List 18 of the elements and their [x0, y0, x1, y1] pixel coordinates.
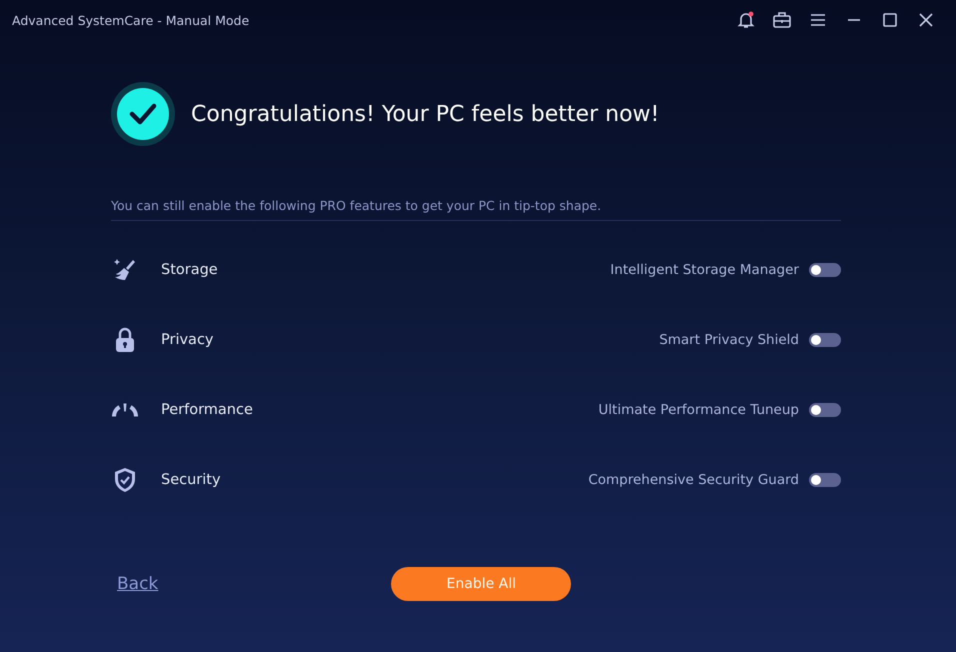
feature-label: Comprehensive Security Guard [588, 472, 799, 488]
feature-toggle[interactable] [809, 473, 841, 487]
window-title: Advanced SystemCare - Manual Mode [12, 12, 250, 28]
feature-toggle[interactable] [809, 263, 841, 277]
category-label: Performance [161, 402, 254, 418]
pro-features-hint: You can still enable the following PRO features to get your PC in tip-top shape. [111, 198, 841, 221]
feature-label: Ultimate Performance Tuneup [598, 402, 799, 418]
congratulations-heading: Congratulations! Your PC feels better now! [191, 102, 660, 126]
feature-label: Smart Privacy Shield [659, 332, 799, 348]
feature-toggle[interactable] [809, 333, 841, 347]
checkmark-icon [111, 82, 175, 146]
category-label: Privacy [161, 332, 214, 348]
gauge-icon [111, 402, 139, 418]
back-link[interactable]: Back [117, 574, 158, 594]
category-label: Storage [161, 262, 219, 278]
feature-label: Intelligent Storage Manager [610, 262, 799, 278]
category-label: Security [161, 472, 222, 488]
feature-toggle[interactable] [809, 403, 841, 417]
